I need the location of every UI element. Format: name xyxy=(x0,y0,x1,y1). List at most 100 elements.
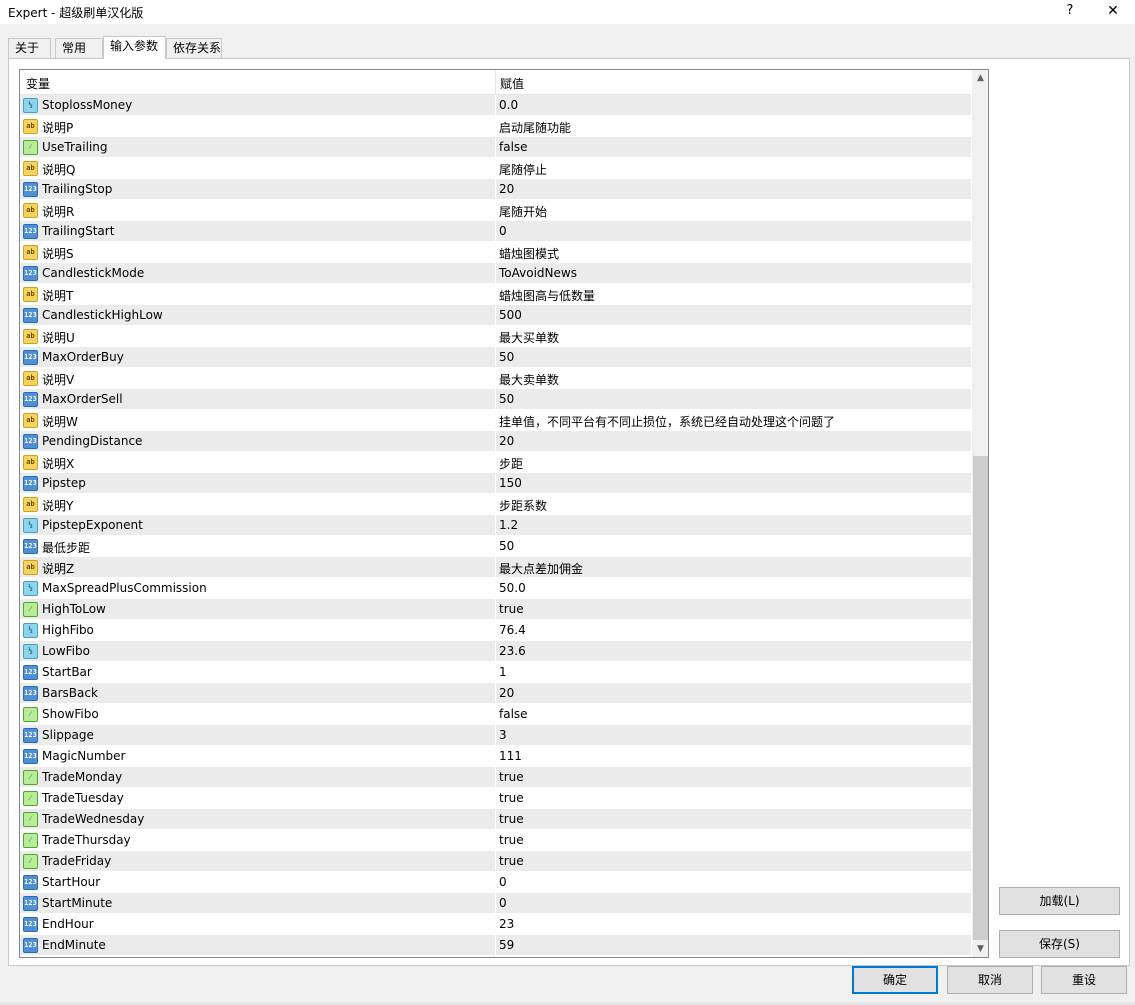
parameter-row[interactable]: ab 说明Y 步距系数 xyxy=(20,494,971,515)
column-header-value[interactable]: 赋值 xyxy=(500,75,524,92)
parameter-value[interactable]: false xyxy=(499,707,528,721)
parameter-row[interactable]: 123 Pipstep 150 xyxy=(20,473,971,494)
parameter-value[interactable]: true xyxy=(499,812,524,826)
parameter-row[interactable]: ab 说明P 启动尾随功能 xyxy=(20,116,971,137)
parameter-value[interactable]: true xyxy=(499,833,524,847)
parameter-value[interactable]: 最大买单数 xyxy=(499,329,559,346)
parameter-value[interactable]: 500 xyxy=(499,308,522,322)
parameter-value[interactable]: 挂单值，不同平台有不同止损位，系统已经自动处理这个问题了 xyxy=(499,413,835,430)
parameter-row[interactable]: ab 说明U 最大买单数 xyxy=(20,326,971,347)
parameter-row[interactable]: ab 说明T 蜡烛图高与低数量 xyxy=(20,284,971,305)
parameter-value[interactable]: 59 xyxy=(499,938,514,952)
parameter-row[interactable]: ½ StoplossMoney 0.0 xyxy=(20,95,971,116)
parameter-value[interactable]: 20 xyxy=(499,182,514,196)
parameter-row[interactable]: 123 MagicNumber 111 xyxy=(20,746,971,767)
parameter-row[interactable]: 123 MaxOrderBuy 50 xyxy=(20,347,971,368)
column-header-variable[interactable]: 变量 xyxy=(26,75,50,92)
parameter-value[interactable]: true xyxy=(499,854,524,868)
vertical-scrollbar[interactable]: ▲ ▼ xyxy=(972,70,988,957)
tab-inputs[interactable]: 输入参数 xyxy=(103,36,166,59)
parameter-row[interactable]: 123 TrailingStart 0 xyxy=(20,221,971,242)
save-button[interactable]: 保存(S) xyxy=(999,930,1120,958)
parameter-row[interactable]: ab 说明R 尾随开始 xyxy=(20,200,971,221)
load-button[interactable]: 加载(L) xyxy=(999,887,1120,915)
help-button[interactable]: ? xyxy=(1058,0,1082,24)
parameter-row[interactable]: ab 说明S 蜡烛图模式 xyxy=(20,242,971,263)
parameter-value[interactable]: 50 xyxy=(499,392,514,406)
parameter-value[interactable]: 尾随停止 xyxy=(499,161,547,178)
parameter-row[interactable]: ½ PipstepExponent 1.2 xyxy=(20,515,971,536)
reset-button[interactable]: 重设 xyxy=(1041,966,1127,994)
parameter-row[interactable]: ⁄ TradeWednesday true xyxy=(20,809,971,830)
parameter-value[interactable]: true xyxy=(499,602,524,616)
parameter-value[interactable]: 最大点差加佣金 xyxy=(499,560,583,577)
parameter-value[interactable]: 76.4 xyxy=(499,623,526,637)
tab-common[interactable]: 常用 xyxy=(55,38,103,58)
parameter-value[interactable]: 1.2 xyxy=(499,518,518,532)
parameter-row[interactable]: 123 StartBar 1 xyxy=(20,662,971,683)
tab-dependencies[interactable]: 依存关系 xyxy=(166,38,222,58)
parameter-row[interactable]: ab 说明Z 最大点差加佣金 xyxy=(20,557,971,578)
parameter-row[interactable]: ½ MaxSpreadPlusCommission 50.0 xyxy=(20,578,971,599)
parameter-value[interactable]: 50 xyxy=(499,350,514,364)
parameter-row[interactable]: 123 CandlestickMode ToAvoidNews xyxy=(20,263,971,284)
column-divider[interactable] xyxy=(495,70,496,95)
parameter-row[interactable]: 123 EndHour 23 xyxy=(20,914,971,935)
parameter-row[interactable]: 123 StartMinute 0 xyxy=(20,893,971,914)
parameter-value[interactable]: 150 xyxy=(499,476,522,490)
parameter-row[interactable]: ⁄ TradeTuesday true xyxy=(20,788,971,809)
parameter-row[interactable]: ⁄ TradeMonday true xyxy=(20,767,971,788)
parameter-value[interactable]: 1 xyxy=(499,665,507,679)
parameter-value[interactable]: 步距 xyxy=(499,455,523,472)
parameter-row[interactable]: ½ LowFibo 23.6 xyxy=(20,641,971,662)
parameter-row[interactable]: 123 BarsBack 20 xyxy=(20,683,971,704)
parameter-value[interactable]: 111 xyxy=(499,749,522,763)
parameter-value[interactable]: 蜡烛图模式 xyxy=(499,245,559,262)
parameter-value[interactable]: ToAvoidNews xyxy=(499,266,577,280)
parameter-row[interactable]: 123 最低步距 50 xyxy=(20,536,971,557)
close-button[interactable]: ✕ xyxy=(1100,0,1126,24)
parameter-value[interactable]: 尾随开始 xyxy=(499,203,547,220)
parameter-value[interactable]: true xyxy=(499,791,524,805)
parameter-value[interactable]: 蜡烛图高与低数量 xyxy=(499,287,595,304)
parameter-row[interactable]: 123 StartHour 0 xyxy=(20,872,971,893)
parameter-row[interactable]: ⁄ ShowFibo false xyxy=(20,704,971,725)
parameter-value[interactable]: 20 xyxy=(499,686,514,700)
parameter-row[interactable]: 123 Slippage 3 xyxy=(20,725,971,746)
parameter-value[interactable]: 23 xyxy=(499,917,514,931)
parameter-value[interactable]: 23.6 xyxy=(499,644,526,658)
parameter-row[interactable]: ab 说明Q 尾随停止 xyxy=(20,158,971,179)
parameter-value[interactable]: 步距系数 xyxy=(499,497,547,514)
ok-button[interactable]: 确定 xyxy=(852,966,938,994)
parameter-value[interactable]: 50 xyxy=(499,539,514,553)
parameter-value[interactable]: 3 xyxy=(499,728,507,742)
parameter-value[interactable]: 启动尾随功能 xyxy=(499,119,571,136)
parameter-row[interactable]: 123 CandlestickHighLow 500 xyxy=(20,305,971,326)
parameter-row[interactable]: ⁄ UseTrailing false xyxy=(20,137,971,158)
scroll-down-icon[interactable]: ▼ xyxy=(972,941,988,957)
tab-about[interactable]: 关于 xyxy=(8,38,51,58)
parameter-value[interactable]: 0 xyxy=(499,224,507,238)
parameter-value[interactable]: 0.0 xyxy=(499,98,518,112)
parameter-value[interactable]: true xyxy=(499,770,524,784)
parameter-value[interactable]: false xyxy=(499,140,528,154)
scroll-up-icon[interactable]: ▲ xyxy=(972,70,988,87)
parameter-row[interactable]: ⁄ TradeThursday true xyxy=(20,830,971,851)
cancel-button[interactable]: 取消 xyxy=(947,966,1033,994)
parameter-value[interactable]: 最大卖单数 xyxy=(499,371,559,388)
parameter-value[interactable]: 0 xyxy=(499,896,507,910)
parameter-value[interactable]: 0 xyxy=(499,875,507,889)
parameter-value[interactable]: 50.0 xyxy=(499,581,526,595)
parameter-row[interactable]: ab 说明W 挂单值，不同平台有不同止损位，系统已经自动处理这个问题了 xyxy=(20,410,971,431)
scrollbar-thumb[interactable] xyxy=(973,456,988,940)
parameter-row[interactable]: ½ HighFibo 76.4 xyxy=(20,620,971,641)
parameter-row[interactable]: ab 说明X 步距 xyxy=(20,452,971,473)
parameter-row[interactable]: ⁄ TradeFriday true xyxy=(20,851,971,872)
parameter-row[interactable]: 123 TrailingStop 20 xyxy=(20,179,971,200)
parameter-row[interactable]: ⁄ HighToLow true xyxy=(20,599,971,620)
parameter-row[interactable]: 123 MaxOrderSell 50 xyxy=(20,389,971,410)
parameter-row[interactable]: ab 说明V 最大卖单数 xyxy=(20,368,971,389)
parameter-row[interactable]: 123 PendingDistance 20 xyxy=(20,431,971,452)
parameter-value[interactable]: 20 xyxy=(499,434,514,448)
parameter-row[interactable]: 123 EndMinute 59 xyxy=(20,935,971,956)
